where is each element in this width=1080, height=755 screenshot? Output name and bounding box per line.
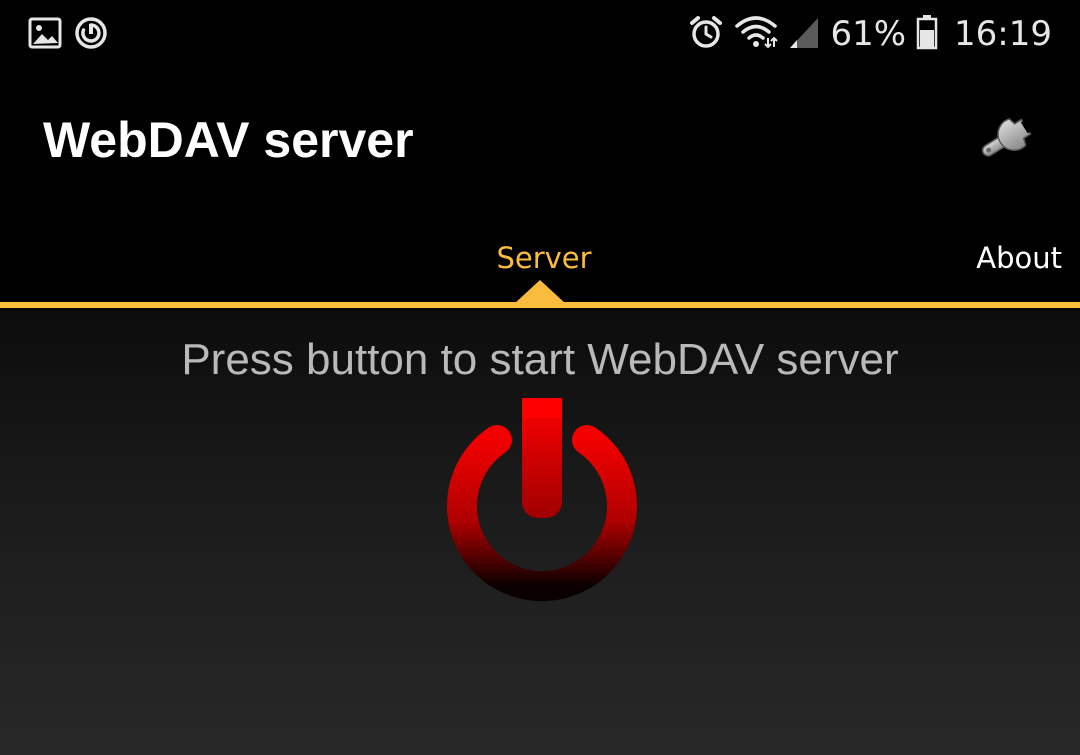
tab-about[interactable]: About — [976, 238, 1062, 278]
tab-underline — [0, 302, 1080, 308]
battery-percent: 61% — [830, 14, 907, 54]
power-button[interactable] — [440, 398, 644, 610]
sync-icon — [74, 16, 108, 50]
alarm-icon — [688, 14, 724, 55]
start-prompt: Press button to start WebDAV server — [181, 335, 899, 384]
power-icon — [440, 398, 644, 614]
gallery-icon — [28, 16, 62, 50]
battery-icon — [916, 14, 938, 55]
app-title: WebDAV server — [43, 112, 414, 168]
server-panel: Press button to start WebDAV server — [0, 310, 1080, 755]
settings-button[interactable] — [964, 100, 1050, 180]
wrench-icon — [969, 109, 1045, 172]
clock: 16:19 — [954, 14, 1052, 54]
tab-strip: Server About — [0, 210, 1080, 310]
app-screen: 61% 16:19 WebDAV server Server About Pre… — [0, 0, 1080, 755]
selected-tab-indicator — [514, 280, 566, 304]
status-bar-right: 61% 16:19 — [688, 12, 1052, 56]
tab-server[interactable]: Server — [444, 238, 644, 278]
wifi-icon — [734, 14, 779, 55]
signal-icon — [788, 14, 820, 55]
app-bar: WebDAV server — [0, 70, 1080, 210]
status-bar: 61% 16:19 — [0, 0, 1080, 70]
